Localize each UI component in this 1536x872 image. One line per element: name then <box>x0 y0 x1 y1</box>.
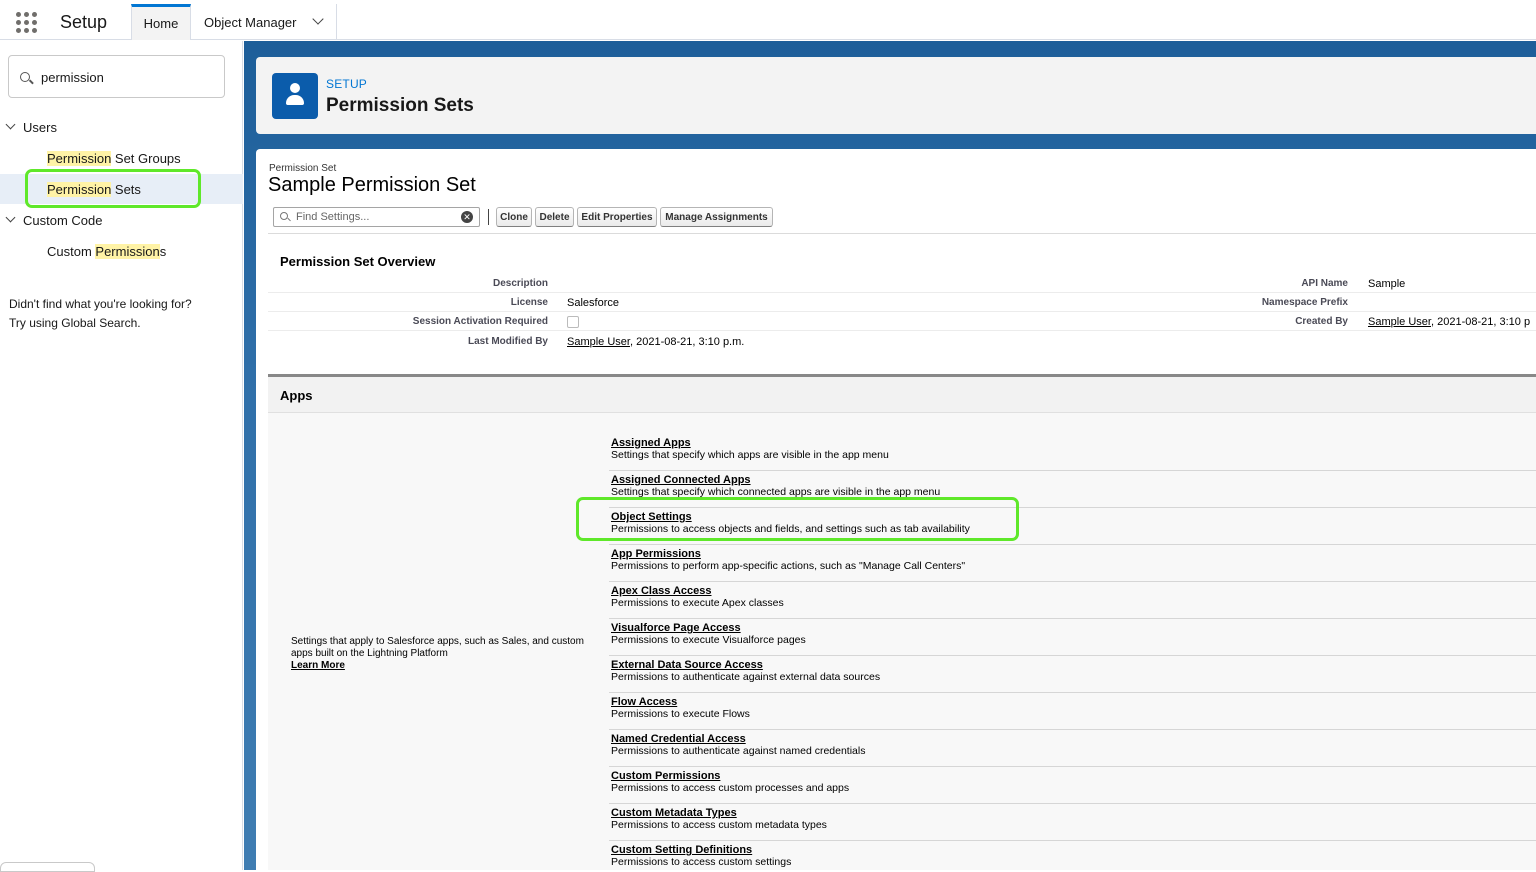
search-icon <box>280 212 288 220</box>
manage-assignments-button[interactable]: Manage Assignments <box>660 207 773 227</box>
list-item[interactable]: Custom Setting Definitions Permissions t… <box>609 841 1536 870</box>
edit-properties-button[interactable]: Edit Properties <box>577 207 657 227</box>
tree-node-users[interactable]: Users <box>0 112 243 142</box>
content-area: SETUP Permission Sets Permission Set Sam… <box>244 41 1536 870</box>
highlight-annotation <box>576 497 1019 541</box>
sidebar-item-label: Permission Set Groups <box>47 150 181 166</box>
list-item[interactable]: Custom Permissions Permissions to access… <box>609 767 1536 804</box>
visualforce-page-access-link[interactable]: Visualforce Page Access <box>611 622 741 634</box>
learn-more-link[interactable]: Learn More <box>291 660 591 672</box>
custom-setting-definitions-link[interactable]: Custom Setting Definitions <box>611 844 752 856</box>
overview-row: License Salesforce Namespace Prefix <box>268 293 1536 312</box>
tree-node-label: Users <box>23 119 57 135</box>
overview-row: Description API Name Sample <box>268 274 1536 293</box>
sidebar-item-label: Custom Permissions <box>47 243 167 259</box>
page-header: SETUP Permission Sets <box>256 57 1536 134</box>
list-item[interactable]: Named Credential Access Permissions to a… <box>609 730 1536 767</box>
created-by-link[interactable]: Sample User <box>1368 316 1431 328</box>
tree-node-label: Custom Code <box>23 212 103 228</box>
list-item[interactable]: External Data Source Access Permissions … <box>609 656 1536 693</box>
delete-button[interactable]: Delete <box>535 207 574 227</box>
named-credential-access-link[interactable]: Named Credential Access <box>611 733 746 745</box>
custom-permissions-link[interactable]: Custom Permissions <box>611 770 720 782</box>
chevron-down-icon[interactable] <box>5 212 16 223</box>
apex-class-access-link[interactable]: Apex Class Access <box>611 585 712 597</box>
sidebar-item-custom-permissions[interactable]: Custom Permissions <box>0 236 243 266</box>
app-launcher-icon[interactable] <box>16 12 38 34</box>
app-permissions-link[interactable]: App Permissions <box>611 548 701 560</box>
app-name: Setup <box>60 12 108 32</box>
clear-icon[interactable]: ✕ <box>461 211 473 223</box>
overview-row: Last Modified By Sample User, 2021-08-21… <box>467 336 745 348</box>
quick-find-input[interactable]: permission <box>8 55 225 98</box>
utility-bar-tab[interactable] <box>0 862 95 872</box>
overview-row: Session Activation Required Created By S… <box>268 312 1536 331</box>
session-activation-checkbox <box>567 316 579 329</box>
list-item[interactable]: App Permissions Permissions to perform a… <box>609 545 1536 582</box>
chevron-down-icon[interactable] <box>312 13 324 25</box>
find-settings-placeholder: Find Settings... <box>296 211 370 223</box>
setup-sidebar: permission Users Permission Set Groups P… <box>0 41 243 870</box>
user-icon <box>272 73 318 119</box>
custom-metadata-types-link[interactable]: Custom Metadata Types <box>611 807 737 819</box>
list-item[interactable]: Flow Access Permissions to execute Flows <box>609 693 1536 730</box>
assigned-connected-apps-link[interactable]: Assigned Connected Apps <box>611 474 751 486</box>
list-item[interactable]: Assigned Apps Settings that specify whic… <box>609 434 1536 471</box>
clone-button[interactable]: Clone <box>496 207 532 227</box>
toolbar-divider <box>488 209 489 225</box>
apps-section: Apps Settings that apply to Salesforce a… <box>268 374 1536 870</box>
tree-node-custom-code[interactable]: Custom Code <box>0 205 243 235</box>
flow-access-link[interactable]: Flow Access <box>611 696 677 708</box>
tab-object-manager[interactable]: Object Manager <box>192 4 337 40</box>
last-modified-by-link[interactable]: Sample User <box>567 336 630 348</box>
section-title: Permission Set Overview <box>280 254 436 269</box>
list-item[interactable]: Apex Class Access Permissions to execute… <box>609 582 1536 619</box>
breadcrumb[interactable]: SETUP <box>326 77 367 91</box>
divider <box>268 233 1536 234</box>
find-settings-input[interactable]: Find Settings... ✕ <box>273 207 480 227</box>
apps-description: Settings that apply to Salesforce apps, … <box>291 636 591 672</box>
quick-find-value: permission <box>41 70 104 85</box>
global-header: Setup Home Object Manager <box>0 0 1536 40</box>
list-item[interactable]: Visualforce Page Access Permissions to e… <box>609 619 1536 656</box>
external-data-source-access-link[interactable]: External Data Source Access <box>611 659 763 671</box>
chevron-down-icon[interactable] <box>5 119 16 130</box>
tab-home[interactable]: Home <box>131 4 191 40</box>
not-found-hint: Didn't find what you're looking for? Try… <box>9 297 192 330</box>
tab-object-manager-label: Object Manager <box>204 14 297 30</box>
search-icon <box>20 72 30 82</box>
list-item[interactable]: Custom Metadata Types Permissions to acc… <box>609 804 1536 841</box>
assigned-apps-link[interactable]: Assigned Apps <box>611 437 691 449</box>
page-title: Permission Sets <box>326 95 474 116</box>
tab-home-label: Home <box>143 16 179 31</box>
highlight-annotation <box>25 169 201 208</box>
record-title: Sample Permission Set <box>268 174 476 196</box>
section-title: Apps <box>280 388 313 403</box>
record-type-label: Permission Set <box>269 163 337 174</box>
